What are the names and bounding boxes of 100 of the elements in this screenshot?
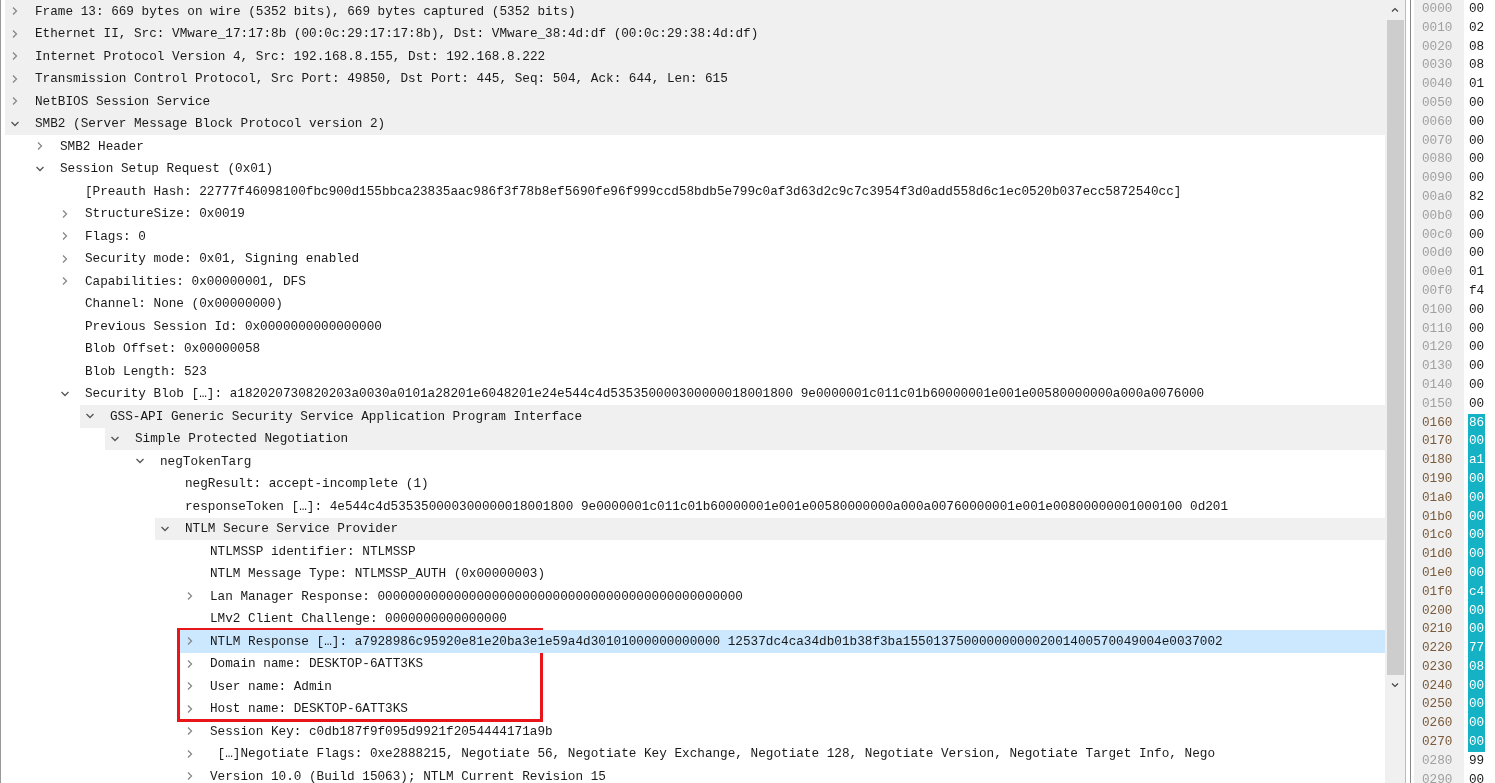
chevron-right-icon[interactable]	[10, 51, 20, 62]
hex-byte[interactable]: 00	[1468, 770, 1486, 783]
tree-row[interactable]: Session Setup Request (0x01)	[30, 157, 1385, 180]
hex-byte[interactable]: 02	[1468, 18, 1486, 38]
offset-label: 0230	[1422, 657, 1454, 676]
hex-byte[interactable]: 00	[1468, 244, 1486, 264]
offset-label: 0090	[1422, 169, 1454, 188]
chevron-right-icon[interactable]	[185, 703, 195, 714]
offset-label: 0010	[1422, 18, 1454, 37]
tree-row[interactable]: responseToken […]: 4e544c4d535350000300000018001800 9e0000001c011c01b60000001e001e00580000000a000a00760000001e001e00800000001000100 0d201	[155, 495, 1385, 518]
tree-row[interactable]: negResult: accept-incomplete (1)	[155, 472, 1385, 495]
chevron-right-icon[interactable]	[60, 208, 70, 219]
hex-byte[interactable]: 01	[1468, 75, 1486, 94]
hex-byte[interactable]: 08	[1468, 37, 1486, 57]
offset-label: 01d0	[1422, 545, 1454, 564]
offset-label: 00f0	[1422, 281, 1454, 300]
tree-row[interactable]: StructureSize: 0x0019	[55, 202, 1385, 225]
hex-byte[interactable]: 00	[1468, 375, 1486, 395]
chevron-right-icon[interactable]	[60, 253, 70, 264]
chevron-right-icon[interactable]	[10, 73, 20, 84]
offset-label: 0030	[1422, 56, 1454, 75]
offset-label: 0160	[1422, 413, 1454, 432]
hex-byte[interactable]: 00	[1468, 169, 1486, 188]
scroll-down-icon[interactable]	[1390, 680, 1400, 690]
offset-label: 0150	[1422, 394, 1454, 413]
tree-row[interactable]: SMB2 Header	[30, 135, 1385, 158]
tree-row[interactable]: NetBIOS Session Service	[5, 90, 1385, 113]
hex-byte[interactable]: 00	[1468, 394, 1486, 414]
hex-byte[interactable]: 00	[1468, 300, 1486, 320]
tree-row[interactable]: GSS-API Generic Security Service Application Program Interface	[80, 405, 1385, 428]
scroll-up-icon[interactable]	[1390, 5, 1400, 15]
hex-byte[interactable]: 01	[1468, 263, 1486, 282]
offset-label: 0110	[1422, 319, 1454, 338]
hex-byte[interactable]: 00	[1468, 338, 1486, 358]
tree-row[interactable]: Blob Length: 523	[55, 360, 1385, 383]
chevron-right-icon[interactable]	[185, 726, 195, 737]
tree-row[interactable]: Domain name: DESKTOP-6ATT3KS	[180, 652, 1385, 675]
hex-byte[interactable]: 00	[1468, 206, 1486, 226]
chevron-right-icon[interactable]	[185, 591, 195, 602]
chevron-right-icon[interactable]	[185, 636, 195, 647]
hex-byte[interactable]: 00	[1468, 131, 1486, 151]
chevron-right-icon[interactable]	[185, 681, 195, 692]
tree-row[interactable]: Channel: None (0x00000000)	[55, 292, 1385, 315]
hex-byte[interactable]: 00	[1468, 150, 1486, 170]
chevron-right-icon[interactable]	[10, 28, 20, 39]
hex-byte[interactable]: 08	[1468, 56, 1486, 76]
hex-byte[interactable]: 82	[1468, 187, 1486, 207]
tree-row[interactable]: User name: Admin	[180, 675, 1385, 698]
tree-row[interactable]: Lan Manager Response: 000000000000000000000000000000000000000000000000	[180, 585, 1385, 608]
hex-byte[interactable]: 00	[1468, 94, 1486, 113]
chevron-right-icon[interactable]	[10, 96, 20, 107]
tree-row[interactable]: Flags: 0	[55, 225, 1385, 248]
tree-row[interactable]: [Preauth Hash: 22777f46098100fbc900d155bbca23835aac986f3f78b8ef5690fe96f999ccd58bdb5e799c0af3d63d2c9c7c3954f3d0add558d6c1ec0520b037ecc5872540cc]	[55, 180, 1385, 203]
tree-row[interactable]: LMv2 Client Challenge: 0000000000000000	[180, 607, 1385, 630]
tree-row[interactable]: Security Blob […]: a182020730820203a0030a0101a28201e6048201e24e544c4d535350000300000018001800 9e0000001c011c01b60000001e001e00580000000a000a0076000	[55, 382, 1385, 405]
offset-label: 0140	[1422, 375, 1454, 394]
tree-row[interactable]: Internet Protocol Version 4, Src: 192.168.8.155, Dst: 192.168.8.222	[5, 45, 1385, 68]
tree-row[interactable]: SMB2 (Server Message Block Protocol version 2)	[5, 112, 1385, 135]
tree-row[interactable]: […]Negotiate Flags: 0xe2888215, Negotiate 56, Negotiate Key Exchange, Negotiate 128, Negotiate Version, Negotiate Target Info, Nego	[180, 742, 1385, 765]
tree-row[interactable]: Transmission Control Protocol, Src Port: 49850, Dst Port: 445, Seq: 504, Ack: 644, Len: 615	[5, 67, 1385, 90]
hex-byte[interactable]: 00	[1468, 357, 1486, 376]
hex-byte[interactable]: 00	[1468, 225, 1486, 245]
offset-label: 0020	[1422, 37, 1454, 56]
hex-byte[interactable]: f4	[1468, 281, 1486, 301]
chevron-right-icon[interactable]	[185, 771, 195, 782]
offset-label: 0060	[1422, 112, 1454, 131]
tree-row[interactable]: Security mode: 0x01, Signing enabled	[55, 247, 1385, 270]
hex-byte[interactable]: 00	[1468, 0, 1486, 19]
offset-label: 00b0	[1422, 206, 1454, 225]
chevron-right-icon[interactable]	[10, 6, 20, 17]
tree-row[interactable]: NTLM Response […]: a7928986c95920e81e20ba3e1e59a4d30101000000000000 12537dc4ca34db01b38f3ba1550137500000000002001400570049004e0037002	[180, 630, 1385, 653]
hex-byte[interactable]: 00	[1468, 319, 1486, 339]
offset-label: 0190	[1422, 469, 1454, 488]
tree-row[interactable]: NTLM Message Type: NTLMSSP_AUTH (0x00000003)	[180, 562, 1385, 585]
tree-row[interactable]: Session Key: c0db187f9f095d9921f2054444171a9b	[180, 720, 1385, 743]
tree-row[interactable]: negTokenTarg	[130, 450, 1385, 473]
offset-label: 0080	[1422, 150, 1454, 169]
chevron-right-icon[interactable]	[35, 141, 45, 152]
hex-byte[interactable]: 00	[1468, 112, 1486, 132]
tree-row[interactable]: Ethernet II, Src: VMware_17:17:8b (00:0c:29:17:17:8b), Dst: VMware_38:4d:df (00:0c:29:38:4d:df)	[5, 22, 1385, 45]
tree-row[interactable]: Capabilities: 0x00000001, DFS	[55, 270, 1385, 293]
tree-row[interactable]: NTLM Secure Service Provider	[155, 517, 1385, 540]
tree-row[interactable]: NTLMSSP identifier: NTLMSSP	[180, 540, 1385, 563]
chevron-right-icon[interactable]	[185, 748, 195, 759]
chevron-right-icon[interactable]	[60, 276, 70, 287]
tree-row[interactable]: Previous Session Id: 0x0000000000000000	[55, 315, 1385, 338]
chevron-right-icon[interactable]	[60, 231, 70, 242]
chevron-right-icon[interactable]	[185, 658, 195, 669]
tree-row[interactable]: Blob Offset: 0x00000058	[55, 337, 1385, 360]
tree-row[interactable]: Simple Protected Negotiation	[105, 427, 1385, 450]
tree-row[interactable]: Frame 13: 669 bytes on wire (5352 bits), 669 bytes captured (5352 bits)	[5, 0, 1385, 23]
offset-label: 0260	[1422, 714, 1454, 733]
scrollbar[interactable]	[1385, 0, 1406, 783]
offset-label: 01c0	[1422, 526, 1454, 545]
tree-row[interactable]: Host name: DESKTOP-6ATT3KS	[180, 697, 1385, 720]
tree-row[interactable]: Version 10.0 (Build 15063); NTLM Current Revision 15	[180, 765, 1385, 783]
offset-label: 00c0	[1422, 225, 1454, 244]
offset-label: 0250	[1422, 695, 1454, 714]
hex-byte[interactable]: 99	[1468, 751, 1486, 771]
offset-label: 0100	[1422, 300, 1454, 319]
